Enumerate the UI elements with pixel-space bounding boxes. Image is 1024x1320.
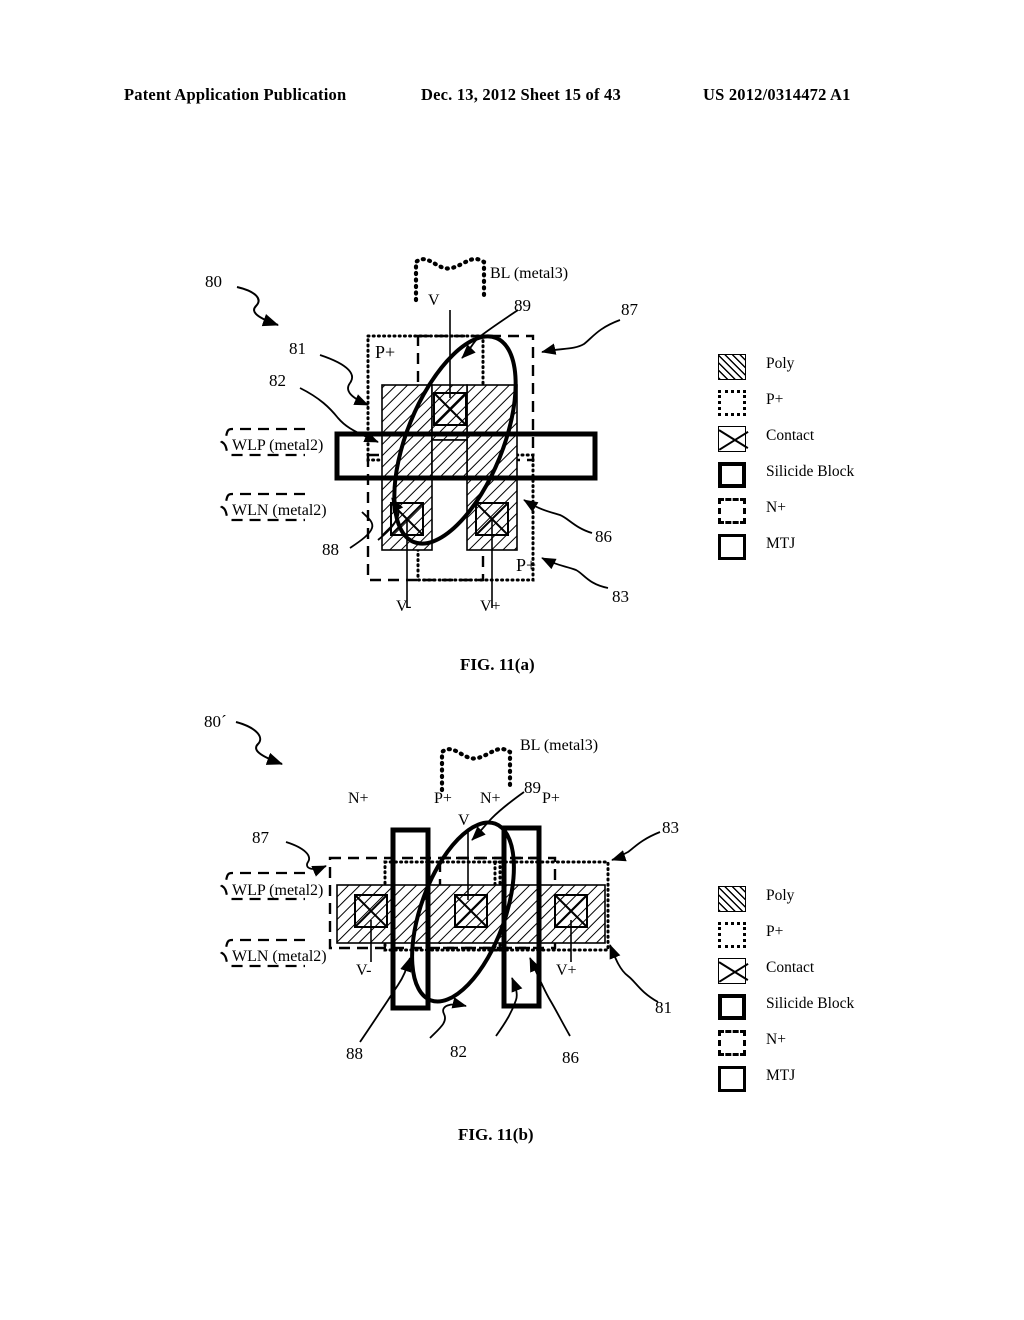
legend-label-pplus: P+ xyxy=(766,391,784,408)
fig-b-poly-bar xyxy=(336,884,606,944)
legend-label-silicide-b: Silicide Block xyxy=(766,995,855,1012)
fig-b-label-wlp: WLP (metal2) xyxy=(232,882,324,899)
legend-label-poly-b: Poly xyxy=(766,887,795,904)
fig-a-ref-82: 82 xyxy=(269,371,286,390)
fig-a-label-vminus: V- xyxy=(396,598,412,615)
fig-b-label-wln: WLN (metal2) xyxy=(232,948,327,965)
fig-b-label-vplus: V+ xyxy=(556,962,577,979)
fig-b-ref-83: 83 xyxy=(662,818,679,837)
fig-b-ref-89: 89 xyxy=(524,778,541,797)
legend-label-contact-b: Contact xyxy=(766,959,815,976)
fig-a-leader-81 xyxy=(319,354,369,406)
fig-a-ref-87: 87 xyxy=(621,300,638,319)
fig-a-leader-83 xyxy=(541,557,609,589)
silicide-block-swatch-icon xyxy=(718,994,746,1020)
fig-a-ref-86: 86 xyxy=(595,527,612,546)
legend-label-poly: Poly xyxy=(766,355,795,372)
fig-b-label-diff-1: N+ xyxy=(348,790,369,807)
fig-b-ref-87: 87 xyxy=(252,828,269,847)
fig-b-label-vminus: V- xyxy=(356,962,372,979)
fig-b-leader-82a xyxy=(429,997,467,1039)
legend-label-nplus-b: N+ xyxy=(766,1031,786,1048)
fig-b-bl-metal3-shape xyxy=(439,746,513,793)
fig-b-label-bl: BL (metal3) xyxy=(520,737,599,754)
poly-swatch-icon xyxy=(718,886,746,912)
fig-b-leader-80 xyxy=(235,721,283,765)
fig-b-label-diff-3: N+ xyxy=(480,790,501,807)
pplus-swatch-icon xyxy=(718,390,746,416)
contact-swatch-icon xyxy=(718,958,746,984)
fig-b-leader-83 xyxy=(611,831,661,862)
figure-11b-caption: FIG. 11(b) xyxy=(458,1125,534,1144)
fig-a-label-pplus-top: P+ xyxy=(375,342,396,362)
contact-swatch-icon xyxy=(718,426,746,452)
fig-b-ref-88: 88 xyxy=(346,1044,363,1063)
fig-b-label-diff-2: P+ xyxy=(434,790,452,807)
fig-a-ref-89: 89 xyxy=(514,296,531,315)
fig-a-leader-80 xyxy=(236,286,279,327)
fig-a-ref-80: 80 xyxy=(205,272,222,291)
fig-a-poly-bridge-mid xyxy=(431,439,468,479)
fig-a-label-v: V xyxy=(428,292,440,309)
legend-label-pplus-b: P+ xyxy=(766,923,784,940)
fig-a-bl-metal3-shape xyxy=(413,256,487,303)
legend-label-silicide: Silicide Block xyxy=(766,463,855,480)
mtj-swatch-icon xyxy=(718,534,746,560)
patent-page: Patent Application Publication Dec. 13, … xyxy=(0,0,1024,1320)
legend-label-mtj-b: MTJ xyxy=(766,1067,796,1084)
fig-a-label-wlp: WLP (metal2) xyxy=(232,437,324,454)
fig-a-label-vplus: V+ xyxy=(480,598,501,615)
figure-11a-caption: FIG. 11(a) xyxy=(460,655,535,674)
fig-a-leader-87 xyxy=(541,319,621,355)
fig-a-label-wln: WLN (metal2) xyxy=(232,502,327,519)
fig-b-ref-80: 80´ xyxy=(204,712,227,731)
pplus-swatch-icon xyxy=(718,922,746,948)
mtj-swatch-icon xyxy=(718,1066,746,1092)
fig-b-leader-87 xyxy=(285,841,327,877)
fig-a-ref-81: 81 xyxy=(289,339,306,358)
fig-a-label-bl: BL (metal3) xyxy=(490,265,569,282)
fig-a-ref-83: 83 xyxy=(612,587,629,606)
fig-b-label-v: V xyxy=(458,812,470,829)
fig-b-ref-81: 81 xyxy=(655,998,672,1017)
legend-label-mtj: MTJ xyxy=(766,535,796,552)
legend-label-nplus: N+ xyxy=(766,499,786,516)
legend-label-contact: Contact xyxy=(766,427,815,444)
nplus-swatch-icon xyxy=(718,1030,746,1056)
fig-b-leader-81 xyxy=(609,944,659,1003)
silicide-block-swatch-icon xyxy=(718,462,746,488)
fig-b-ref-86: 86 xyxy=(562,1048,579,1067)
fig-a-label-pplus-bottom: P+ xyxy=(516,555,537,575)
poly-swatch-icon xyxy=(718,354,746,380)
fig-b-ref-82: 82 xyxy=(450,1042,467,1061)
fig-b-label-diff-4: P+ xyxy=(542,790,560,807)
fig-a-ref-88: 88 xyxy=(322,540,339,559)
nplus-swatch-icon xyxy=(718,498,746,524)
